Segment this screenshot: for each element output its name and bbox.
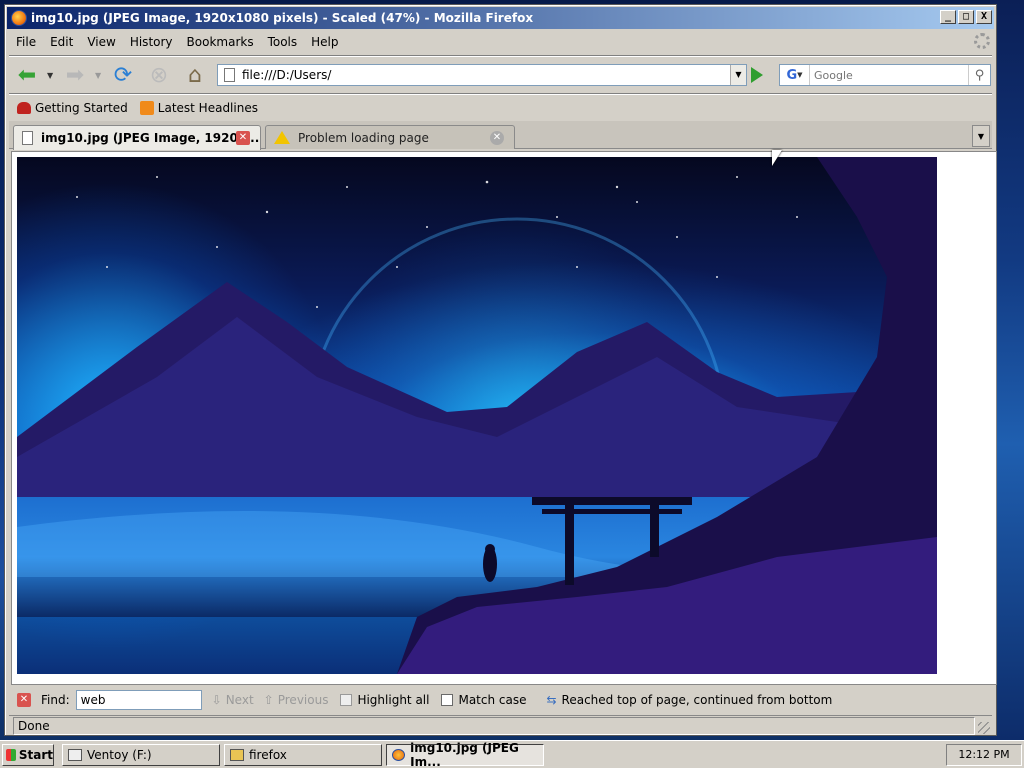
- search-button[interactable]: ⚲: [968, 65, 990, 85]
- down-arrow-icon: ⇩: [211, 693, 222, 707]
- find-previous-label: Previous: [277, 693, 329, 707]
- firefox-icon: [392, 749, 406, 761]
- find-close-icon[interactable]: ✕: [17, 693, 31, 707]
- bookmark-label: Getting Started: [35, 101, 128, 115]
- find-bar: ✕ Find: ⇩Next ⇧Previous Highlight all Ma…: [9, 687, 992, 713]
- start-button[interactable]: Start: [2, 744, 54, 766]
- forward-arrow-icon: ➡: [65, 62, 85, 88]
- minimize-button[interactable]: _: [940, 10, 956, 24]
- task-ventoy[interactable]: Ventoy (F:): [62, 744, 220, 766]
- menu-bookmarks[interactable]: Bookmarks: [180, 35, 261, 49]
- mouse-cursor: [772, 150, 782, 166]
- rss-icon: [139, 101, 154, 115]
- separator: [9, 93, 992, 95]
- match-case-label: Match case: [458, 693, 527, 707]
- menu-help[interactable]: Help: [304, 35, 345, 49]
- maximize-button[interactable]: □: [958, 10, 974, 24]
- displayed-image[interactable]: [17, 157, 937, 674]
- tab-close-icon[interactable]: ✕: [236, 131, 250, 145]
- checkbox-box: [441, 694, 454, 706]
- all-tabs-dropdown[interactable]: ▼: [972, 125, 990, 147]
- up-arrow-icon: ⇧: [263, 693, 274, 707]
- page-icon: [224, 68, 235, 82]
- search-engine-selector[interactable]: G ▼: [780, 65, 810, 85]
- home-icon: ⌂: [188, 62, 202, 88]
- bookmark-latest-headlines[interactable]: Latest Headlines: [139, 101, 258, 115]
- title-bar[interactable]: img10.jpg (JPEG Image, 1920x1080 pixels)…: [7, 7, 994, 29]
- stop-icon: ⊗: [149, 62, 169, 88]
- tab-img10[interactable]: img10.jpg (JPEG Image, 1920x... ✕: [13, 125, 261, 150]
- url-dropdown[interactable]: ▼: [730, 65, 746, 85]
- url-bar[interactable]: file:///D:/Users/ ▼: [217, 64, 747, 86]
- match-case-checkbox[interactable]: Match case: [441, 693, 526, 707]
- bookmarks-toolbar: Getting Started Latest Headlines: [9, 97, 992, 119]
- tab-strip: img10.jpg (JPEG Image, 1920x... ✕ Proble…: [9, 121, 992, 150]
- folder-icon: [230, 749, 244, 761]
- menu-edit[interactable]: Edit: [43, 35, 80, 49]
- highlight-all-label: Highlight all: [357, 693, 430, 707]
- google-icon: G: [786, 67, 798, 83]
- find-previous-button[interactable]: ⇧ Previous: [264, 693, 329, 707]
- find-next-button[interactable]: ⇩ Next: [212, 693, 254, 707]
- firefox-bookmark-icon: [17, 102, 31, 114]
- warning-icon: [274, 131, 290, 144]
- image-artwork: [17, 157, 937, 674]
- tab-close-icon[interactable]: ✕: [490, 131, 504, 145]
- page-icon: [22, 131, 33, 145]
- task-img10[interactable]: img10.jpg (JPEG Im...: [386, 741, 544, 768]
- home-button[interactable]: ⌂: [181, 61, 209, 89]
- firefox-icon: [11, 10, 27, 26]
- bookmark-label: Latest Headlines: [157, 101, 258, 115]
- task-label: img10.jpg (JPEG Im...: [410, 741, 519, 768]
- highlight-all-button[interactable]: Highlight all: [340, 693, 429, 707]
- forward-history-dropdown[interactable]: ▼: [95, 71, 101, 80]
- task-label: firefox: [249, 748, 287, 762]
- start-label: Start: [18, 748, 53, 762]
- find-status-text: Reached top of page, continued from bott…: [561, 693, 833, 707]
- stop-button[interactable]: ⊗: [145, 61, 173, 89]
- go-button[interactable]: [751, 67, 763, 83]
- system-clock[interactable]: 12:12 PM: [946, 744, 1022, 766]
- find-label: Find:: [41, 693, 70, 707]
- navigation-toolbar: ⬅ ▼ ➡ ▼ ⟳ ⊗ ⌂ file:///D:/Users/ ▼ G▼ ⚲: [9, 57, 992, 95]
- tab-problem-loading[interactable]: Problem loading page ✕: [265, 125, 515, 149]
- menu-history[interactable]: History: [123, 35, 180, 49]
- menu-file[interactable]: File: [9, 35, 43, 49]
- find-next-label: Next: [225, 693, 254, 707]
- status-text: Done: [13, 716, 975, 735]
- menu-tools[interactable]: Tools: [261, 35, 305, 49]
- menu-view[interactable]: View: [80, 35, 122, 49]
- magnifier-icon: ⚲: [974, 67, 985, 83]
- status-bar: Done: [9, 715, 992, 735]
- reload-icon: ⟳: [113, 62, 133, 88]
- menu-bar: File Edit View History Bookmarks Tools H…: [9, 31, 992, 53]
- find-input[interactable]: [75, 690, 202, 710]
- search-input[interactable]: [810, 65, 968, 85]
- resize-grip[interactable]: [978, 722, 990, 734]
- throbber-icon: [974, 33, 990, 49]
- back-arrow-icon: ⬅: [17, 62, 37, 88]
- windows-logo-icon: [6, 749, 16, 761]
- close-button[interactable]: X: [976, 10, 992, 24]
- back-history-dropdown[interactable]: ▼: [47, 71, 53, 80]
- task-firefox-folder[interactable]: firefox: [224, 744, 382, 766]
- highlight-icon: [340, 694, 353, 706]
- find-status: ⇆ Reached top of page, continued from bot…: [546, 693, 832, 707]
- drive-icon: [68, 749, 82, 761]
- firefox-window: img10.jpg (JPEG Image, 1920x1080 pixels)…: [4, 4, 997, 736]
- wrapped-icon: ⇆: [546, 693, 557, 707]
- tab-label: Problem loading page: [298, 130, 429, 145]
- task-label: Ventoy (F:): [87, 748, 152, 762]
- tab-label: img10.jpg (JPEG Image, 1920x...: [41, 131, 260, 145]
- forward-button[interactable]: ➡: [61, 61, 89, 89]
- page-content: [11, 151, 997, 685]
- window-title: img10.jpg (JPEG Image, 1920x1080 pixels)…: [31, 11, 534, 25]
- search-box: G▼ ⚲: [779, 64, 991, 86]
- reload-button[interactable]: ⟳: [109, 61, 137, 89]
- taskbar: Start Ventoy (F:) firefox img10.jpg (JPE…: [0, 740, 1024, 768]
- bookmark-getting-started[interactable]: Getting Started: [17, 101, 128, 115]
- url-text: file:///D:/Users/: [242, 68, 332, 82]
- back-button[interactable]: ⬅: [13, 61, 41, 89]
